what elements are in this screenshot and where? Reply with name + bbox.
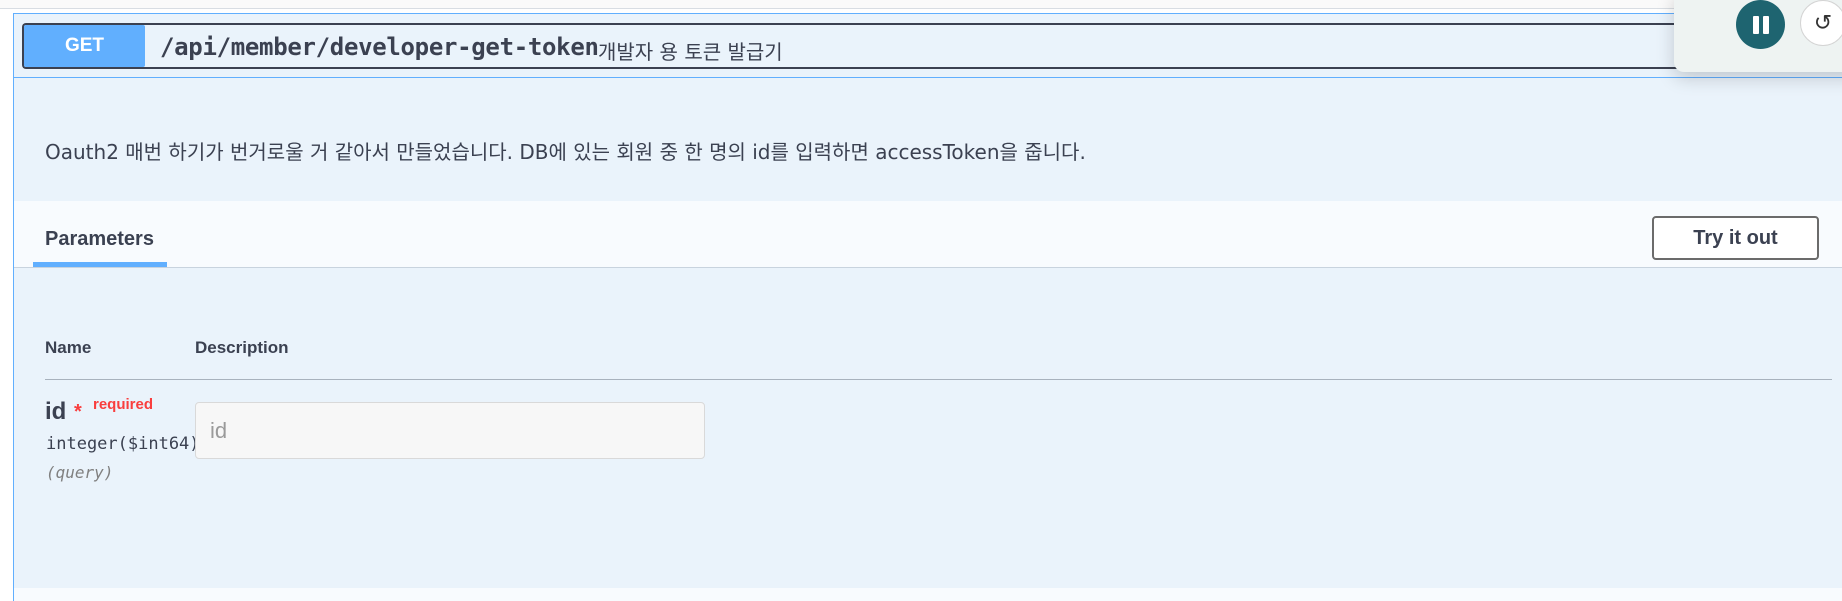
tab-parameters[interactable]: Parameters	[45, 228, 154, 251]
page-top-border	[0, 0, 1842, 9]
parameters-table: Name Description id * required integer($…	[14, 268, 1842, 588]
required-star: *	[74, 401, 82, 423]
operation-footer	[14, 588, 1842, 601]
endpoint-path: /api/member/developer-get-token	[160, 33, 599, 61]
pause-icon	[1752, 15, 1759, 34]
undo-button[interactable]: ↺	[1800, 0, 1842, 46]
parameters-header: Parameters Try it out	[14, 201, 1842, 268]
required-label: required	[93, 396, 154, 413]
column-header-description: Description	[195, 338, 289, 357]
parameter-name: id	[45, 398, 67, 425]
operation-summary[interactable]: GET /api/member/developer-get-token 개발자 …	[22, 23, 1842, 69]
parameter-location: (query)	[46, 463, 114, 482]
http-method-badge: GET	[24, 25, 145, 67]
media-player-widget: ↺	[1674, 0, 1842, 72]
parameter-type: integer($int64)	[46, 434, 200, 454]
undo-icon: ↺	[1813, 10, 1833, 35]
operation-block-get: GET /api/member/developer-get-token 개발자 …	[13, 13, 1842, 601]
tab-active-indicator	[33, 262, 167, 267]
try-it-out-button[interactable]: Try it out	[1652, 216, 1819, 260]
endpoint-summary: 개발자 용 토큰 발급기	[598, 40, 783, 64]
column-header-name: Name	[45, 338, 92, 357]
pause-button[interactable]	[1736, 0, 1785, 49]
table-header-divider	[45, 379, 1832, 380]
endpoint-description: Oauth2 매번 하기가 번거로울 거 같아서 만들었습니다. DB에 있는 …	[45, 140, 1086, 164]
pause-icon-bar	[1762, 15, 1769, 34]
id-input[interactable]	[195, 402, 705, 459]
summary-divider	[14, 77, 1842, 78]
